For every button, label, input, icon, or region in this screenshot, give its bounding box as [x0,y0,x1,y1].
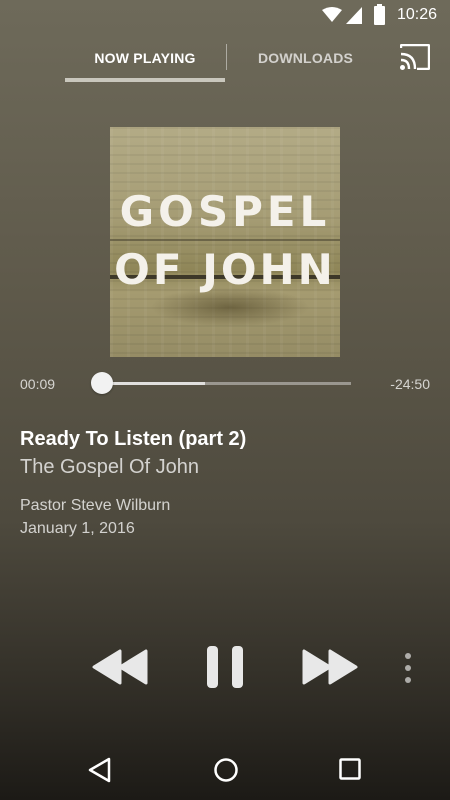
pause-icon[interactable] [205,645,245,689]
seek-thumb[interactable] [90,372,113,394]
home-icon[interactable] [213,757,239,783]
status-time: 10:26 [397,6,438,23]
track-date: January 1, 2016 [20,520,135,537]
cast-icon[interactable] [400,44,430,70]
tab-bar: NOW PLAYING DOWNLOADS [0,32,450,84]
track-series: The Gospel Of John [20,456,199,478]
status-bar: 10:26 [0,0,450,32]
track-title: Ready To Listen (part 2) [20,428,247,450]
more-vert-icon[interactable] [400,652,416,684]
album-art-subtitle: OF JOHN [114,245,336,294]
signal-icon [346,7,362,24]
elapsed-time: 00:09 [20,376,56,392]
seek-bar[interactable] [100,382,351,385]
album-art-title: GOSPEL [119,187,331,236]
battery-icon [374,4,385,25]
rewind-icon[interactable] [92,647,148,687]
tab-downloads[interactable]: DOWNLOADS [228,32,383,84]
back-icon[interactable] [88,757,112,783]
wifi-icon [322,7,342,22]
remaining-time: -24:50 [390,376,430,392]
tab-now-playing[interactable]: NOW PLAYING [65,32,225,84]
seek-buffer [100,382,206,385]
art-texture [110,239,340,241]
fast-forward-icon[interactable] [302,647,358,687]
recents-icon[interactable] [339,758,361,780]
album-art: GOSPEL OF JOHN [110,127,340,357]
nav-bar [0,740,450,800]
tab-divider [226,44,227,70]
track-speaker: Pastor Steve Wilburn [20,497,171,514]
